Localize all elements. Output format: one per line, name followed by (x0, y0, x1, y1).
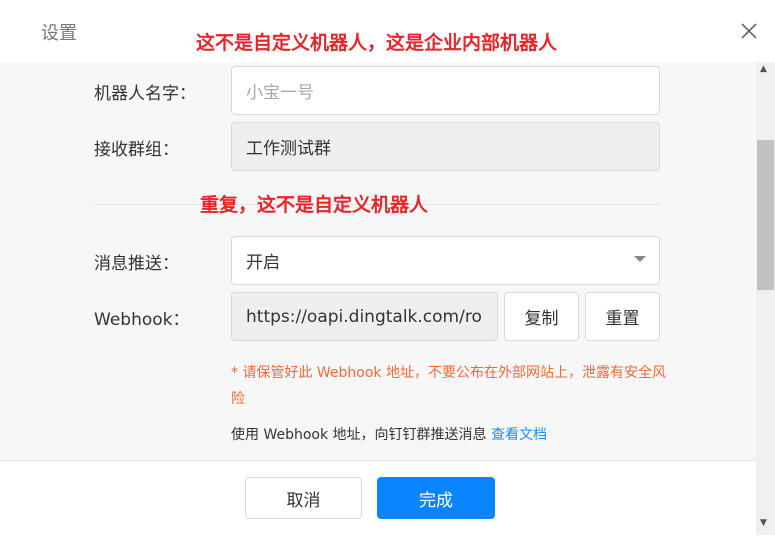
dialog-title: 设置 (41, 23, 77, 44)
robot-name-placeholder: 小宝一号 (246, 83, 314, 103)
annotation-top: 这不是自定义机器人，这是企业内部机器人 (196, 32, 558, 54)
close-icon[interactable] (738, 20, 760, 42)
usage-hint: 使用 Webhook 地址，向钉钉群推送消息 查看文档 (231, 424, 547, 444)
webhook-label: Webhook： (94, 310, 190, 330)
scroll-up-icon[interactable]: ▲ (760, 64, 767, 74)
caret-down-icon[interactable] (634, 256, 646, 262)
reset-button[interactable]: 重置 (585, 292, 660, 341)
message-push-label: 消息推送： (94, 254, 179, 274)
webhook-field[interactable]: https://oapi.dingtalk.com/ro (231, 292, 498, 341)
ok-button[interactable]: 完成 (377, 477, 495, 519)
receive-group-label: 接收群组： (94, 140, 179, 160)
scrollbar[interactable] (756, 62, 775, 535)
usage-text: 使用 Webhook 地址，向钉钉群推送消息 (231, 427, 487, 443)
message-push-value: 开启 (246, 253, 280, 273)
scroll-down-icon[interactable]: ▼ (760, 518, 767, 528)
receive-group-field: 工作测试群 (231, 122, 660, 171)
scrollbar-thumb[interactable] (757, 140, 774, 290)
robot-name-label: 机器人名字： (94, 84, 196, 104)
webhook-warning: * 请保管好此 Webhook 地址，不要公布在外部网站上，泄露有安全风险 (231, 365, 666, 407)
view-docs-link[interactable]: 查看文档 (491, 427, 547, 443)
copy-button[interactable]: 复制 (504, 292, 579, 341)
cancel-button[interactable]: 取消 (245, 477, 362, 519)
message-push-select[interactable]: 开启 (231, 236, 660, 285)
receive-group-value: 工作测试群 (246, 139, 331, 159)
annotation-middle: 重复，这不是自定义机器人 (200, 194, 429, 216)
robot-name-input[interactable]: 小宝一号 (231, 66, 660, 115)
webhook-value: https://oapi.dingtalk.com/ro (246, 306, 482, 327)
